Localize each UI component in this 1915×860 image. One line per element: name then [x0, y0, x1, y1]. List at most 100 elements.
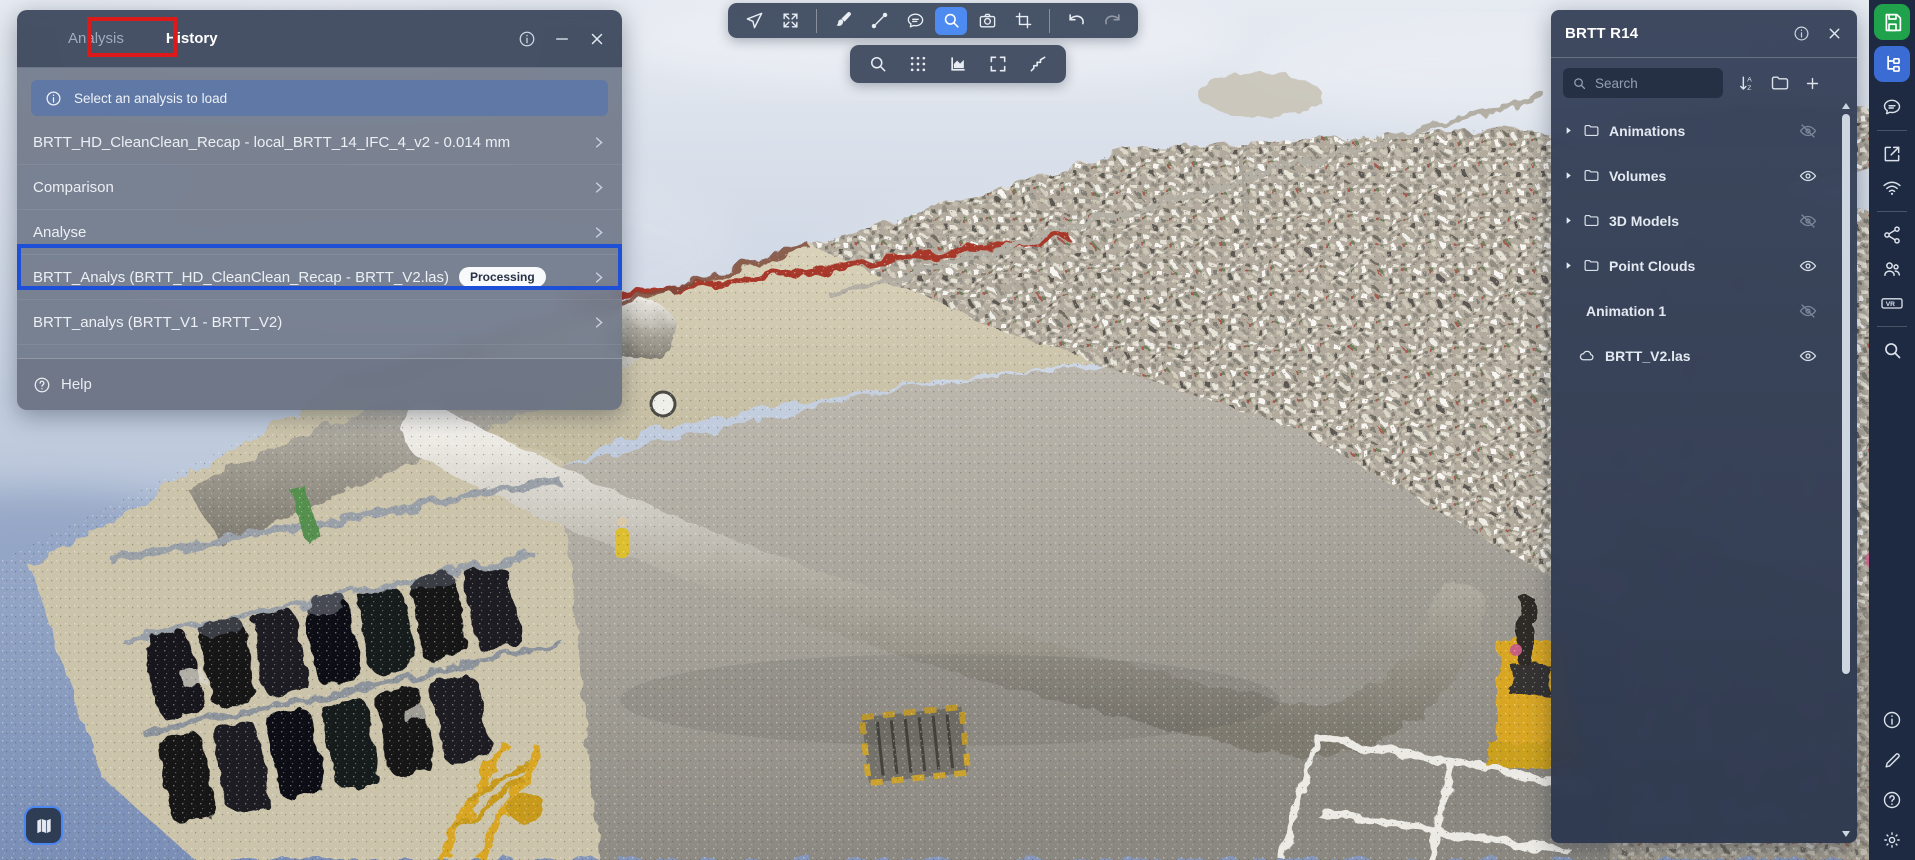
- sidebar-controls: AZ: [1551, 58, 1857, 108]
- svg-text:Z: Z: [1747, 84, 1751, 91]
- pencil-icon[interactable]: [1874, 740, 1910, 780]
- comment-icon[interactable]: [899, 7, 931, 35]
- chevron-right-icon: [591, 315, 606, 330]
- help-icon: [33, 376, 51, 394]
- eye-off-icon[interactable]: [1799, 302, 1817, 320]
- tree-row-3d-models[interactable]: 3D Models: [1551, 198, 1857, 243]
- zoom-icon[interactable]: [935, 7, 967, 35]
- tree-row-animations[interactable]: Animations: [1551, 108, 1857, 153]
- tree-label: BRTT_V2.las: [1605, 348, 1691, 364]
- analysis-item-processing[interactable]: BRTT_Analys (BRTT_HD_CleanClean_Recap - …: [17, 255, 622, 300]
- search-icon[interactable]: [1874, 333, 1910, 367]
- tree-row-brtt-v2-las[interactable]: BRTT_V2.las: [1551, 333, 1857, 378]
- chevron-right-icon: [591, 225, 606, 240]
- zoom-sub-toolbar: [850, 45, 1066, 83]
- search-box[interactable]: [1563, 68, 1723, 98]
- settings-icon[interactable]: [1874, 820, 1910, 860]
- sort-icon[interactable]: AZ: [1737, 74, 1756, 93]
- analysis-panel-header: Analysis History: [17, 10, 622, 68]
- minimize-icon[interactable]: [553, 30, 571, 48]
- search-input[interactable]: [1595, 76, 1705, 91]
- caret-right-icon[interactable]: [1563, 260, 1574, 271]
- scrollbar-up-arrow[interactable]: [1842, 103, 1850, 109]
- eye-off-icon[interactable]: [1799, 212, 1817, 230]
- vr-icon[interactable]: VR: [1874, 286, 1910, 320]
- redo-icon[interactable]: [1096, 7, 1128, 35]
- analysis-item-label: Analyse: [33, 224, 86, 241]
- fullscreen-icon[interactable]: [774, 7, 806, 35]
- caret-right-icon[interactable]: [1563, 125, 1574, 136]
- folder-icon: [1583, 257, 1600, 274]
- analysis-item[interactable]: Comparison: [17, 165, 622, 210]
- main-toolbar: [728, 3, 1138, 38]
- users-icon[interactable]: [1874, 252, 1910, 286]
- layers-tree-icon[interactable]: [1874, 46, 1910, 82]
- measure-icon[interactable]: [863, 7, 895, 35]
- help-label: Help: [61, 376, 92, 393]
- processing-badge: Processing: [459, 267, 546, 287]
- folder-icon[interactable]: [1770, 73, 1790, 93]
- close-icon[interactable]: [1826, 25, 1843, 42]
- paintbrush-icon[interactable]: [827, 7, 859, 35]
- strip-divider: [1877, 211, 1907, 212]
- external-link-icon[interactable]: [1874, 137, 1910, 171]
- strip-bottom-group: [1869, 700, 1915, 860]
- save-icon[interactable]: [1874, 4, 1910, 40]
- folder-icon: [1583, 212, 1600, 229]
- minimap-button[interactable]: [24, 806, 63, 845]
- help-row[interactable]: Help: [17, 358, 622, 410]
- analysis-item-label: Comparison: [33, 179, 114, 196]
- navigate-cursor-icon[interactable]: [738, 7, 770, 35]
- histogram-icon[interactable]: [942, 50, 974, 78]
- tree-row-point-clouds[interactable]: Point Clouds: [1551, 243, 1857, 288]
- tree-row-volumes[interactable]: Volumes: [1551, 153, 1857, 198]
- project-title: BRTT R14: [1565, 25, 1638, 42]
- eye-icon[interactable]: [1799, 347, 1817, 365]
- search-icon: [1572, 76, 1587, 91]
- eye-icon[interactable]: [1799, 167, 1817, 185]
- analysis-item[interactable]: BRTT_analys (BRTT_V1 - BRTT_V2): [17, 300, 622, 345]
- layers-tree: Animations Volumes 3D Models Point Cloud…: [1551, 108, 1857, 378]
- banner-text: Select an analysis to load: [74, 91, 227, 106]
- caret-right-icon[interactable]: [1563, 215, 1574, 226]
- close-icon[interactable]: [588, 30, 606, 48]
- crop-icon[interactable]: [1007, 7, 1039, 35]
- analysis-item[interactable]: BRTT_HD_CleanClean_Recap - local_BRTT_14…: [17, 120, 622, 165]
- wifi-icon[interactable]: [1874, 171, 1910, 205]
- selection-brackets-icon[interactable]: [982, 50, 1014, 78]
- scrollbar-down-arrow[interactable]: [1842, 831, 1850, 837]
- analysis-item-label: BRTT_HD_CleanClean_Recap - local_BRTT_14…: [33, 134, 510, 151]
- chevron-right-icon: [591, 180, 606, 195]
- tree-row-animation-1[interactable]: Animation 1: [1551, 288, 1857, 333]
- analysis-panel: Analysis History Select an analysis to l…: [17, 10, 622, 410]
- chevron-right-icon: [591, 270, 606, 285]
- search-icon[interactable]: [862, 50, 894, 78]
- folder-icon: [1583, 122, 1600, 139]
- tree-label: 3D Models: [1609, 213, 1679, 229]
- undo-icon[interactable]: [1060, 7, 1092, 35]
- info-icon[interactable]: [1874, 700, 1910, 740]
- point-grid-icon[interactable]: [902, 50, 934, 78]
- folder-icon: [1583, 167, 1600, 184]
- sidebar-header: BRTT R14: [1551, 10, 1857, 58]
- analysis-list: Select an analysis to load BRTT_HD_Clean…: [17, 68, 622, 410]
- scrollbar-thumb[interactable]: [1842, 114, 1850, 674]
- comment-icon[interactable]: [1874, 90, 1910, 124]
- share-icon[interactable]: [1874, 218, 1910, 252]
- info-icon[interactable]: [518, 30, 536, 48]
- info-icon[interactable]: [1793, 25, 1810, 42]
- chevron-right-icon: [591, 135, 606, 150]
- annotation-red-box: [87, 17, 177, 57]
- caret-right-icon[interactable]: [1563, 170, 1574, 181]
- cloud-icon: [1578, 347, 1596, 365]
- eye-icon[interactable]: [1799, 257, 1817, 275]
- analysis-item[interactable]: Analyse: [17, 210, 622, 255]
- help-icon[interactable]: [1874, 780, 1910, 820]
- map-icon: [34, 816, 54, 836]
- eye-off-icon[interactable]: [1799, 122, 1817, 140]
- camera-icon[interactable]: [971, 7, 1003, 35]
- right-tool-strip: VR: [1869, 0, 1915, 860]
- layers-sidebar: BRTT R14 AZ Animations Volumes: [1551, 10, 1857, 843]
- add-icon[interactable]: [1804, 75, 1821, 92]
- steps-icon[interactable]: [1022, 50, 1054, 78]
